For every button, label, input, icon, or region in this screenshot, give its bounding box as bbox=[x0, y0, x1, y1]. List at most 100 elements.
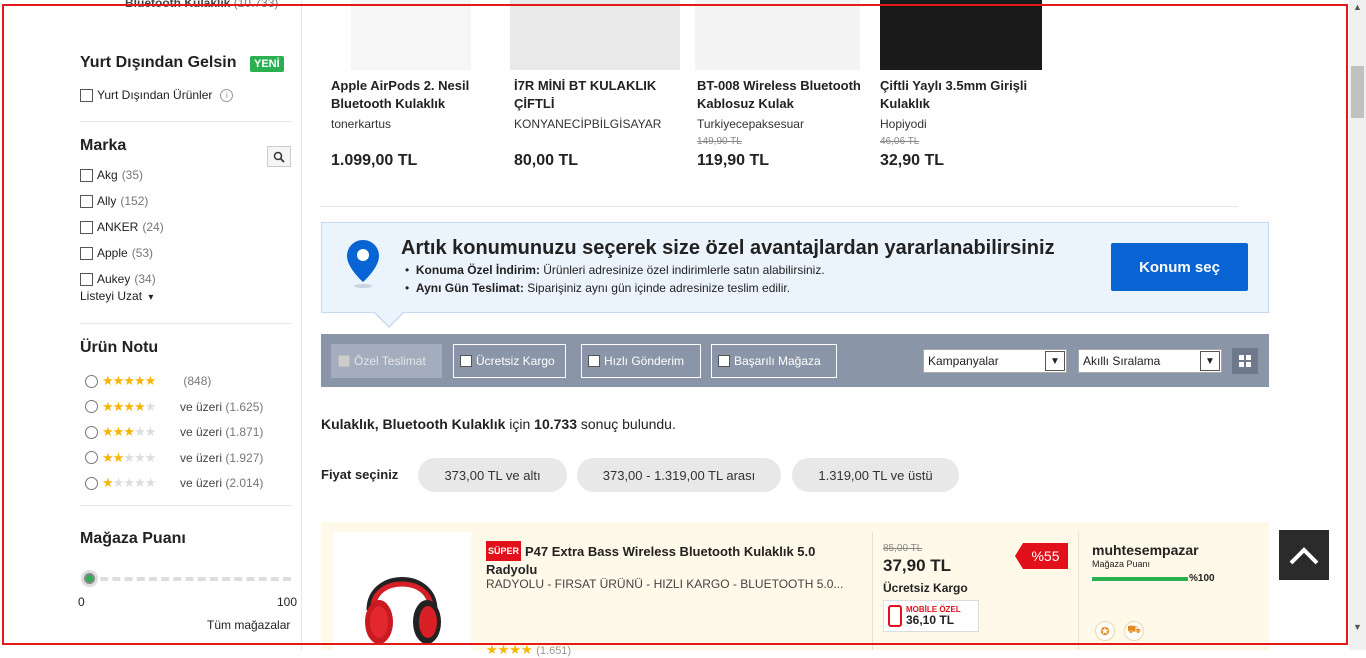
sort-select-value: Akıllı Sıralama bbox=[1083, 354, 1161, 368]
result-mid: için bbox=[509, 416, 531, 432]
banner-benefit-sameday: • Aynı Gün Teslimat: Siparişiniz aynı gü… bbox=[405, 281, 790, 295]
section-divider bbox=[320, 206, 1238, 207]
current-price: 37,90 TL bbox=[883, 556, 952, 575]
radio-button[interactable] bbox=[85, 374, 98, 388]
store-score-slider-track[interactable] bbox=[88, 577, 291, 581]
medal-icon: ✪ bbox=[1095, 621, 1115, 641]
info-icon[interactable]: i bbox=[220, 88, 234, 102]
checkbox[interactable] bbox=[588, 355, 600, 367]
all-stores-link[interactable]: Tüm mağazalar bbox=[207, 618, 290, 632]
campaign-select[interactable]: Kampanyalar ▼ bbox=[923, 349, 1067, 373]
filter-fast-shipping[interactable]: Hızlı Gönderim bbox=[581, 344, 701, 378]
product-price: 80,00 TL bbox=[514, 152, 579, 169]
product-image[interactable] bbox=[351, 0, 471, 70]
brand-count: (34) bbox=[134, 272, 156, 286]
product-name[interactable]: İ7R MİNİ BT KULAKLIK ÇİFTLİ bbox=[514, 77, 689, 113]
campaign-select-value: Kampanyalar bbox=[928, 354, 999, 368]
radio-button[interactable] bbox=[85, 451, 98, 465]
store-score-slider-handle[interactable] bbox=[81, 570, 98, 587]
expand-list-link[interactable]: Listeyi Uzat ▾ bbox=[80, 289, 153, 303]
checkbox[interactable] bbox=[80, 220, 93, 234]
vertical-scrollbar[interactable]: ▲ ▼ bbox=[1349, 0, 1366, 650]
result-summary: Kulaklık, Bluetooth Kulaklık için 10.733… bbox=[321, 416, 676, 432]
checkbox[interactable] bbox=[80, 194, 93, 208]
checkbox[interactable] bbox=[80, 246, 93, 260]
brand-filter-item[interactable]: Ally (152) bbox=[80, 194, 148, 208]
brand-filter-item[interactable]: Akg (35) bbox=[80, 168, 143, 182]
result-suffix: sonuç bulundu. bbox=[580, 416, 676, 432]
abroad-products-filter[interactable]: Yurt Dışından Ürünler i bbox=[80, 88, 234, 102]
radio-button[interactable] bbox=[85, 425, 98, 439]
category-crumb[interactable]: Bluetooth Kulaklık (10.733) bbox=[125, 0, 278, 10]
slider-min-label: 0 bbox=[78, 595, 85, 609]
store-score-bar bbox=[1092, 577, 1188, 581]
sidebar-divider bbox=[80, 121, 292, 122]
product-title[interactable]: SÜPER P47 Extra Bass Wireless Bluetooth K… bbox=[486, 541, 831, 579]
checkbox[interactable] bbox=[338, 355, 350, 367]
product-image[interactable] bbox=[880, 0, 1042, 70]
product-image[interactable] bbox=[510, 0, 680, 70]
brand-label: Ally bbox=[97, 194, 117, 208]
checkbox[interactable] bbox=[80, 168, 93, 182]
store-name[interactable]: muhtesempazar bbox=[1092, 542, 1199, 558]
product-name[interactable]: Çiftli Yaylı 3.5mm Girişli Kulaklık bbox=[880, 77, 1055, 113]
brand-label: Apple bbox=[97, 246, 128, 260]
abroad-checkbox[interactable] bbox=[80, 88, 93, 102]
scroll-down-arrow[interactable]: ▼ bbox=[1353, 622, 1362, 632]
brand-count: (35) bbox=[121, 168, 144, 182]
bullet: • bbox=[405, 281, 410, 295]
checkbox[interactable] bbox=[460, 355, 472, 367]
free-shipping-label: Ücretsiz Kargo bbox=[883, 581, 968, 595]
star-rating-icon: ★ ★ ★ ★ ★ bbox=[102, 424, 156, 440]
star-rating-icon: ★ ★ ★ ★ ★ bbox=[102, 398, 156, 414]
checkbox[interactable] bbox=[80, 272, 93, 286]
price-chip-low[interactable]: 373,00 TL ve altı bbox=[418, 458, 567, 492]
brand-search-button[interactable] bbox=[267, 146, 291, 167]
expand-list-label: Listeyi Uzat bbox=[80, 289, 143, 303]
store-score-label: Mağaza Puanı bbox=[1092, 559, 1151, 569]
store-score-title: Mağaza Puanı bbox=[80, 530, 186, 547]
column-divider bbox=[1078, 532, 1079, 650]
product-image[interactable] bbox=[695, 0, 860, 70]
product-name[interactable]: BT-008 Wireless Bluetooth Kablosuz Kulak bbox=[697, 77, 872, 113]
result-count: 10.733 bbox=[534, 416, 577, 432]
select-location-button[interactable]: Konum seç bbox=[1111, 243, 1248, 291]
scroll-to-top-button[interactable] bbox=[1279, 530, 1329, 580]
store-score-percent: %100 bbox=[1189, 573, 1215, 584]
brand-filter-item[interactable]: Apple (53) bbox=[80, 246, 153, 260]
sort-select[interactable]: Akıllı Sıralama ▼ bbox=[1078, 349, 1222, 373]
radio-button[interactable] bbox=[85, 476, 98, 490]
location-banner: Artık konumunuzu seçerek size özel avant… bbox=[321, 222, 1269, 313]
sidebar-divider bbox=[80, 323, 292, 324]
rating-filter-item[interactable]: ★ ★ ★ ★ ★ ve üzeri (1.625) bbox=[85, 399, 263, 415]
filter-special-delivery[interactable]: Özel Teslimat bbox=[331, 344, 442, 378]
product-listing-row[interactable]: SÜPER P47 Extra Bass Wireless Bluetooth K… bbox=[321, 522, 1269, 657]
grid-view-icon[interactable] bbox=[1232, 348, 1258, 374]
brand-filter-item[interactable]: ANKER (24) bbox=[80, 220, 164, 234]
phone-icon bbox=[888, 605, 902, 627]
rating-filter-item[interactable]: ★ ★ ★ ★ ★ ve üzeri (1.871) bbox=[85, 424, 263, 440]
scroll-up-arrow[interactable]: ▲ bbox=[1353, 2, 1362, 12]
product-price: 32,90 TL bbox=[880, 152, 945, 169]
radio-button[interactable] bbox=[85, 400, 98, 414]
price-chip-high[interactable]: 1.319,00 TL ve üstü bbox=[792, 458, 959, 492]
benefit-text: Ürünleri adresinize özel indirimlerle sa… bbox=[543, 263, 825, 277]
rating-filter-item[interactable]: ★ ★ ★ ★ ★ ve üzeri (2.014) bbox=[85, 475, 263, 491]
product-image[interactable] bbox=[333, 532, 471, 650]
filter-bar: Özel Teslimat Ücretsiz Kargo Hızlı Gönde… bbox=[321, 334, 1269, 387]
filter-label: Hızlı Gönderim bbox=[604, 354, 685, 368]
rating-filter-item[interactable]: ★ ★ ★ ★ ★ (848) bbox=[85, 373, 211, 389]
filter-successful-store[interactable]: Başarılı Mağaza bbox=[711, 344, 837, 378]
rating-count: (1.871) bbox=[225, 425, 264, 440]
rating-filter-item[interactable]: ★ ★ ★ ★ ★ ve üzeri (1.927) bbox=[85, 450, 263, 466]
price-chip-mid[interactable]: 373,00 - 1.319,00 TL arası bbox=[577, 458, 781, 492]
price-filter-label: Fiyat seçiniz bbox=[321, 467, 399, 482]
star-rating-icon: ★ ★ ★ ★ ★ bbox=[102, 373, 156, 388]
checkbox[interactable] bbox=[718, 355, 730, 367]
filter-free-shipping[interactable]: Ücretsiz Kargo bbox=[453, 344, 566, 378]
mobile-price: 36,10 TL bbox=[906, 613, 955, 627]
brand-filter-item[interactable]: Aukey (34) bbox=[80, 272, 156, 286]
product-name[interactable]: Apple AirPods 2. Nesil Bluetooth Kulaklı… bbox=[331, 77, 506, 113]
scrollbar-thumb[interactable] bbox=[1351, 66, 1364, 118]
discount-badge: %55 bbox=[1015, 543, 1068, 569]
